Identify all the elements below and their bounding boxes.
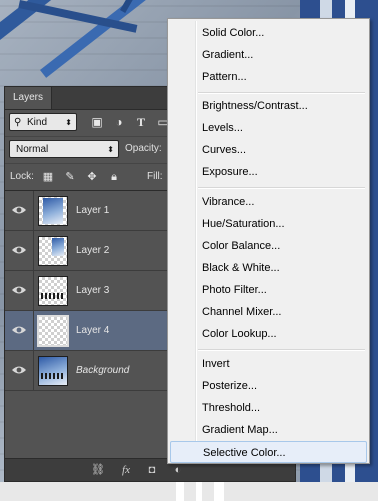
layer-name: Layer 4: [76, 325, 110, 336]
updown-arrows-icon: ⬍: [107, 145, 114, 154]
menu-item-pattern[interactable]: Pattern...: [170, 66, 367, 88]
eye-icon: [12, 246, 26, 254]
fx-icon[interactable]: fx: [117, 461, 135, 479]
menu-item-color-balance[interactable]: Color Balance...: [170, 235, 367, 257]
menu-item-black-white[interactable]: Black & White...: [170, 257, 367, 279]
visibility-toggle[interactable]: [5, 231, 34, 270]
tab-layers[interactable]: Layers: [5, 87, 53, 109]
type-filter-icon[interactable]: T: [133, 113, 149, 131]
blend-mode-value: Normal: [16, 144, 49, 155]
layer-name: Layer 1: [76, 205, 110, 216]
menu-item-selective-color[interactable]: Selective Color...: [170, 441, 367, 463]
visibility-toggle[interactable]: [5, 271, 34, 310]
search-icon: ⚲: [14, 117, 22, 128]
lock-label: Lock:: [10, 171, 34, 182]
image-filter-icon[interactable]: ▣: [89, 113, 105, 131]
menu-item-gradient-map[interactable]: Gradient Map...: [170, 419, 367, 441]
kind-filter-value: Kind: [27, 117, 48, 128]
adjustment-menu: Solid Color... Gradient... Pattern... Br…: [167, 18, 370, 464]
updown-arrows-icon: ⬍: [65, 118, 72, 127]
menu-item-channel-mixer[interactable]: Channel Mixer...: [170, 301, 367, 323]
menu-item-levels[interactable]: Levels...: [170, 117, 367, 139]
menu-separator: [198, 187, 365, 189]
menu-item-gradient[interactable]: Gradient...: [170, 44, 367, 66]
menu-item-color-lookup[interactable]: Color Lookup...: [170, 323, 367, 345]
layer-name: Background: [76, 365, 130, 376]
visibility-toggle[interactable]: [5, 191, 34, 230]
menu-item-photo-filter[interactable]: Photo Filter...: [170, 279, 367, 301]
visibility-toggle[interactable]: [5, 351, 34, 390]
menu-item-threshold[interactable]: Threshold...: [170, 397, 367, 419]
eye-icon: [12, 206, 26, 214]
fill-label: Fill:: [147, 171, 163, 182]
adjustment-filter-icon[interactable]: ◑: [111, 113, 127, 131]
opacity-label: Opacity:: [125, 143, 162, 154]
layer-thumbnail: [38, 356, 68, 386]
menu-item-posterize[interactable]: Posterize...: [170, 375, 367, 397]
canvas-bottom-strip: [0, 482, 378, 501]
visibility-toggle[interactable]: [5, 311, 34, 350]
mask-icon[interactable]: ◘: [143, 461, 161, 479]
menu-item-hue-saturation[interactable]: Hue/Saturation...: [170, 213, 367, 235]
menu-separator: [198, 92, 365, 94]
menu-item-curves[interactable]: Curves...: [170, 139, 367, 161]
layer-thumbnail: [38, 236, 68, 266]
blend-mode-select[interactable]: Normal ⬍: [9, 140, 119, 158]
eye-icon: [12, 326, 26, 334]
layer-name: Layer 2: [76, 245, 110, 256]
menu-item-vibrance[interactable]: Vibrance...: [170, 191, 367, 213]
layer-name: Layer 3: [76, 285, 110, 296]
lock-move-icon[interactable]: ✥: [85, 168, 99, 186]
menu-separator: [198, 349, 365, 351]
layer-thumbnail: [37, 315, 69, 347]
lock-transparency-icon[interactable]: ▦: [41, 168, 55, 186]
menu-item-brightness-contrast[interactable]: Brightness/Contrast...: [170, 95, 367, 117]
eye-icon: [12, 366, 26, 374]
eye-icon: [12, 286, 26, 294]
layer-thumbnail: [38, 276, 68, 306]
link-icon[interactable]: ⛓: [89, 461, 107, 479]
lock-brush-icon[interactable]: ✎: [63, 168, 77, 186]
menu-item-invert[interactable]: Invert: [170, 353, 367, 375]
lock-all-icon[interactable]: 🔒︎: [107, 168, 121, 186]
layer-thumbnail: [38, 196, 68, 226]
kind-filter-select[interactable]: ⚲ Kind ⬍: [9, 113, 77, 131]
menu-item-exposure[interactable]: Exposure...: [170, 161, 367, 183]
menu-item-solid-color[interactable]: Solid Color...: [170, 22, 367, 44]
